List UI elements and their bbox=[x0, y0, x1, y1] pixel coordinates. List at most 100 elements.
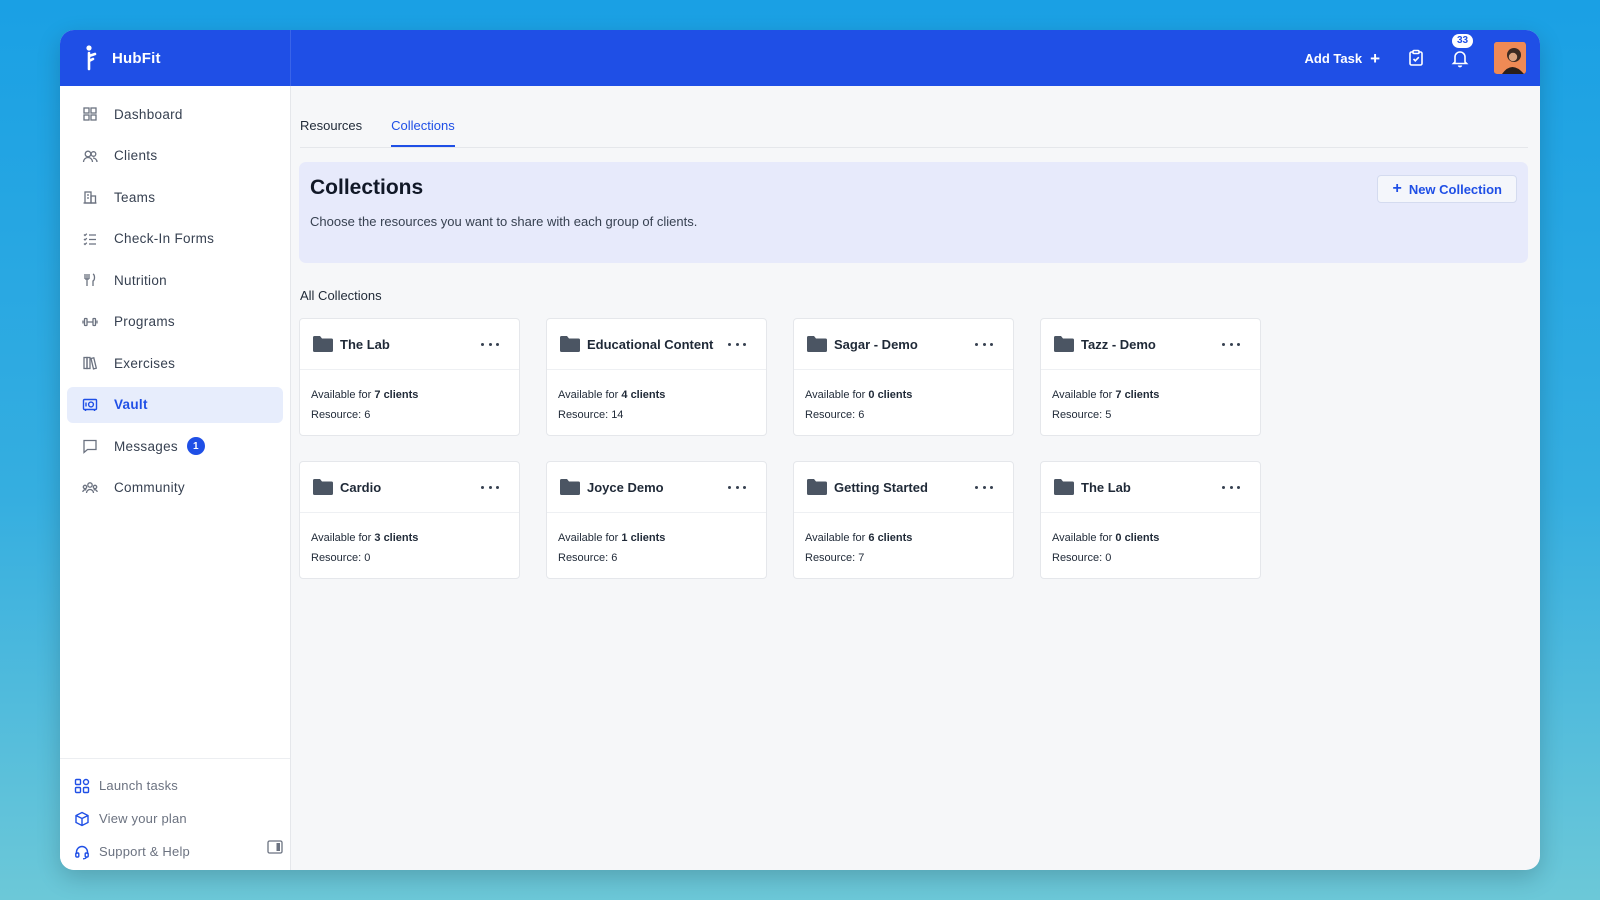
more-options-icon[interactable] bbox=[1222, 335, 1240, 353]
sidebar-collapse-icon[interactable] bbox=[267, 840, 283, 854]
sidebar-item-label: Nutrition bbox=[114, 272, 167, 288]
sidebar-bottom: Launch tasks View your plan Support & He… bbox=[60, 758, 290, 870]
launch-tasks-label: Launch tasks bbox=[99, 778, 179, 793]
sidebar-item-programs[interactable]: Programs bbox=[67, 304, 283, 340]
support-help-link[interactable]: Support & Help bbox=[60, 835, 290, 868]
more-options-icon[interactable] bbox=[975, 335, 993, 353]
sidebar-item-teams[interactable]: Teams bbox=[67, 179, 283, 215]
tab-bar: Resources Collections bbox=[300, 86, 1528, 148]
card-body: Available for 1 clients Resource: 6 bbox=[547, 513, 766, 568]
sidebar-item-check-in-forms[interactable]: Check-In Forms bbox=[67, 221, 283, 257]
bell-icon[interactable]: 33 bbox=[1450, 34, 1474, 68]
vault-icon bbox=[82, 397, 98, 413]
collection-card[interactable]: Joyce Demo Available for 1 clients Resou… bbox=[546, 461, 767, 579]
clients-count: 0 clients bbox=[1115, 532, 1160, 544]
folder-icon bbox=[1054, 336, 1074, 352]
page-title: Collections bbox=[310, 176, 424, 199]
sidebar-item-community[interactable]: Community bbox=[67, 470, 283, 506]
utensils-icon bbox=[82, 272, 98, 288]
new-collection-label: New Collection bbox=[1408, 181, 1502, 197]
sidebar-item-label: Vault bbox=[114, 397, 148, 412]
message-icon bbox=[82, 438, 98, 454]
resource-count: Resource: 0 bbox=[311, 552, 371, 564]
messages-count-badge: 1 bbox=[186, 437, 205, 455]
more-options-icon[interactable] bbox=[728, 478, 746, 496]
clients-count: 6 clients bbox=[868, 532, 913, 544]
more-options-icon[interactable] bbox=[728, 335, 746, 353]
card-header: Cardio bbox=[300, 462, 519, 513]
sidebar-item-messages[interactable]: Messages 1 bbox=[67, 428, 283, 464]
sidebar-item-nutrition[interactable]: Nutrition bbox=[67, 262, 283, 298]
sidebar-item-label: Messages bbox=[114, 438, 178, 454]
brand[interactable]: HubFit bbox=[60, 30, 291, 86]
resource-count: Resource: 6 bbox=[805, 409, 865, 421]
sidebar-item-label: Clients bbox=[114, 148, 158, 163]
clients-count: 4 clients bbox=[621, 389, 666, 401]
availability-text: Available for 4 clients bbox=[558, 385, 766, 405]
launch-tasks-link[interactable]: Launch tasks bbox=[60, 769, 290, 802]
sidebar-item-dashboard[interactable]: Dashboard bbox=[67, 96, 283, 132]
view-plan-link[interactable]: View your plan bbox=[60, 802, 290, 835]
collection-name: Tazz - Demo bbox=[1081, 336, 1156, 352]
sidebar-item-label: Teams bbox=[114, 189, 156, 205]
tab-collections[interactable]: Collections bbox=[391, 118, 455, 147]
more-options-icon[interactable] bbox=[481, 335, 499, 353]
main-content: Resources Collections Collections Choose… bbox=[292, 86, 1540, 870]
community-icon bbox=[82, 480, 98, 496]
availability-prefix: Available for bbox=[311, 532, 375, 544]
resource-count: Resource: 6 bbox=[558, 552, 618, 564]
collection-card[interactable]: Educational Content Available for 4 clie… bbox=[546, 318, 767, 436]
user-avatar[interactable] bbox=[1494, 42, 1526, 74]
resource-count: Resource: 0 bbox=[1052, 552, 1112, 564]
more-options-icon[interactable] bbox=[1222, 478, 1240, 496]
more-options-icon[interactable] bbox=[975, 478, 993, 496]
headset-icon bbox=[74, 844, 90, 860]
sidebar-nav: Dashboard Clients Teams Check-In Forms N… bbox=[60, 86, 290, 506]
sidebar-item-clients[interactable]: Clients bbox=[67, 138, 283, 174]
availability-text: Available for 6 clients bbox=[805, 528, 1013, 548]
card-body: Available for 7 clients Resource: 6 bbox=[300, 370, 519, 425]
top-bar: HubFit Add Task + 33 bbox=[60, 30, 1540, 86]
collection-card[interactable]: The Lab Available for 0 clients Resource… bbox=[1040, 461, 1261, 579]
collection-card[interactable]: Getting Started Available for 6 clients … bbox=[793, 461, 1014, 579]
sidebar: Dashboard Clients Teams Check-In Forms N… bbox=[60, 86, 291, 870]
folder-icon bbox=[560, 336, 580, 352]
clipboard-check-icon[interactable] bbox=[1406, 48, 1426, 68]
tab-resources[interactable]: Resources bbox=[300, 118, 362, 147]
availability-text: Available for 7 clients bbox=[1052, 385, 1260, 405]
resource-count: Resource: 5 bbox=[1052, 409, 1112, 421]
collection-name: Getting Started bbox=[834, 479, 928, 495]
plus-icon: + bbox=[1370, 48, 1380, 68]
resource-count: Resource: 7 bbox=[805, 552, 865, 564]
card-body: Available for 3 clients Resource: 0 bbox=[300, 513, 519, 568]
add-task-button[interactable]: Add Task + bbox=[1305, 50, 1381, 67]
resource-count: Resource: 6 bbox=[311, 409, 371, 421]
card-header: Getting Started bbox=[794, 462, 1013, 513]
folder-icon bbox=[807, 336, 827, 352]
support-help-label: Support & Help bbox=[99, 844, 190, 859]
availability-prefix: Available for bbox=[558, 389, 622, 401]
new-collection-button[interactable]: + New Collection bbox=[1377, 175, 1517, 203]
collection-name: Educational Content bbox=[587, 336, 714, 352]
hubfit-logo-icon bbox=[82, 45, 98, 71]
clients-count: 7 clients bbox=[374, 389, 419, 401]
folder-icon bbox=[560, 479, 580, 495]
availability-prefix: Available for bbox=[558, 532, 622, 544]
collection-card[interactable]: Cardio Available for 3 clients Resource:… bbox=[299, 461, 520, 579]
sidebar-item-exercises[interactable]: Exercises bbox=[67, 345, 283, 381]
collection-card[interactable]: The Lab Available for 7 clients Resource… bbox=[299, 318, 520, 436]
sidebar-item-vault[interactable]: Vault bbox=[67, 386, 283, 423]
cube-icon bbox=[74, 811, 90, 827]
more-options-icon[interactable] bbox=[481, 478, 499, 496]
card-header: The Lab bbox=[300, 319, 519, 370]
clients-count: 1 clients bbox=[621, 532, 666, 544]
collection-card[interactable]: Tazz - Demo Available for 7 clients Reso… bbox=[1040, 318, 1261, 436]
availability-prefix: Available for bbox=[805, 532, 869, 544]
availability-prefix: Available for bbox=[311, 389, 375, 401]
collections-banner: Collections Choose the resources you wan… bbox=[299, 162, 1528, 263]
collection-name: Joyce Demo bbox=[587, 479, 664, 495]
collection-card[interactable]: Sagar - Demo Available for 0 clients Res… bbox=[793, 318, 1014, 436]
availability-text: Available for 0 clients bbox=[805, 385, 1013, 405]
top-actions: Add Task + 33 bbox=[1305, 30, 1526, 86]
card-header: The Lab bbox=[1041, 462, 1260, 513]
